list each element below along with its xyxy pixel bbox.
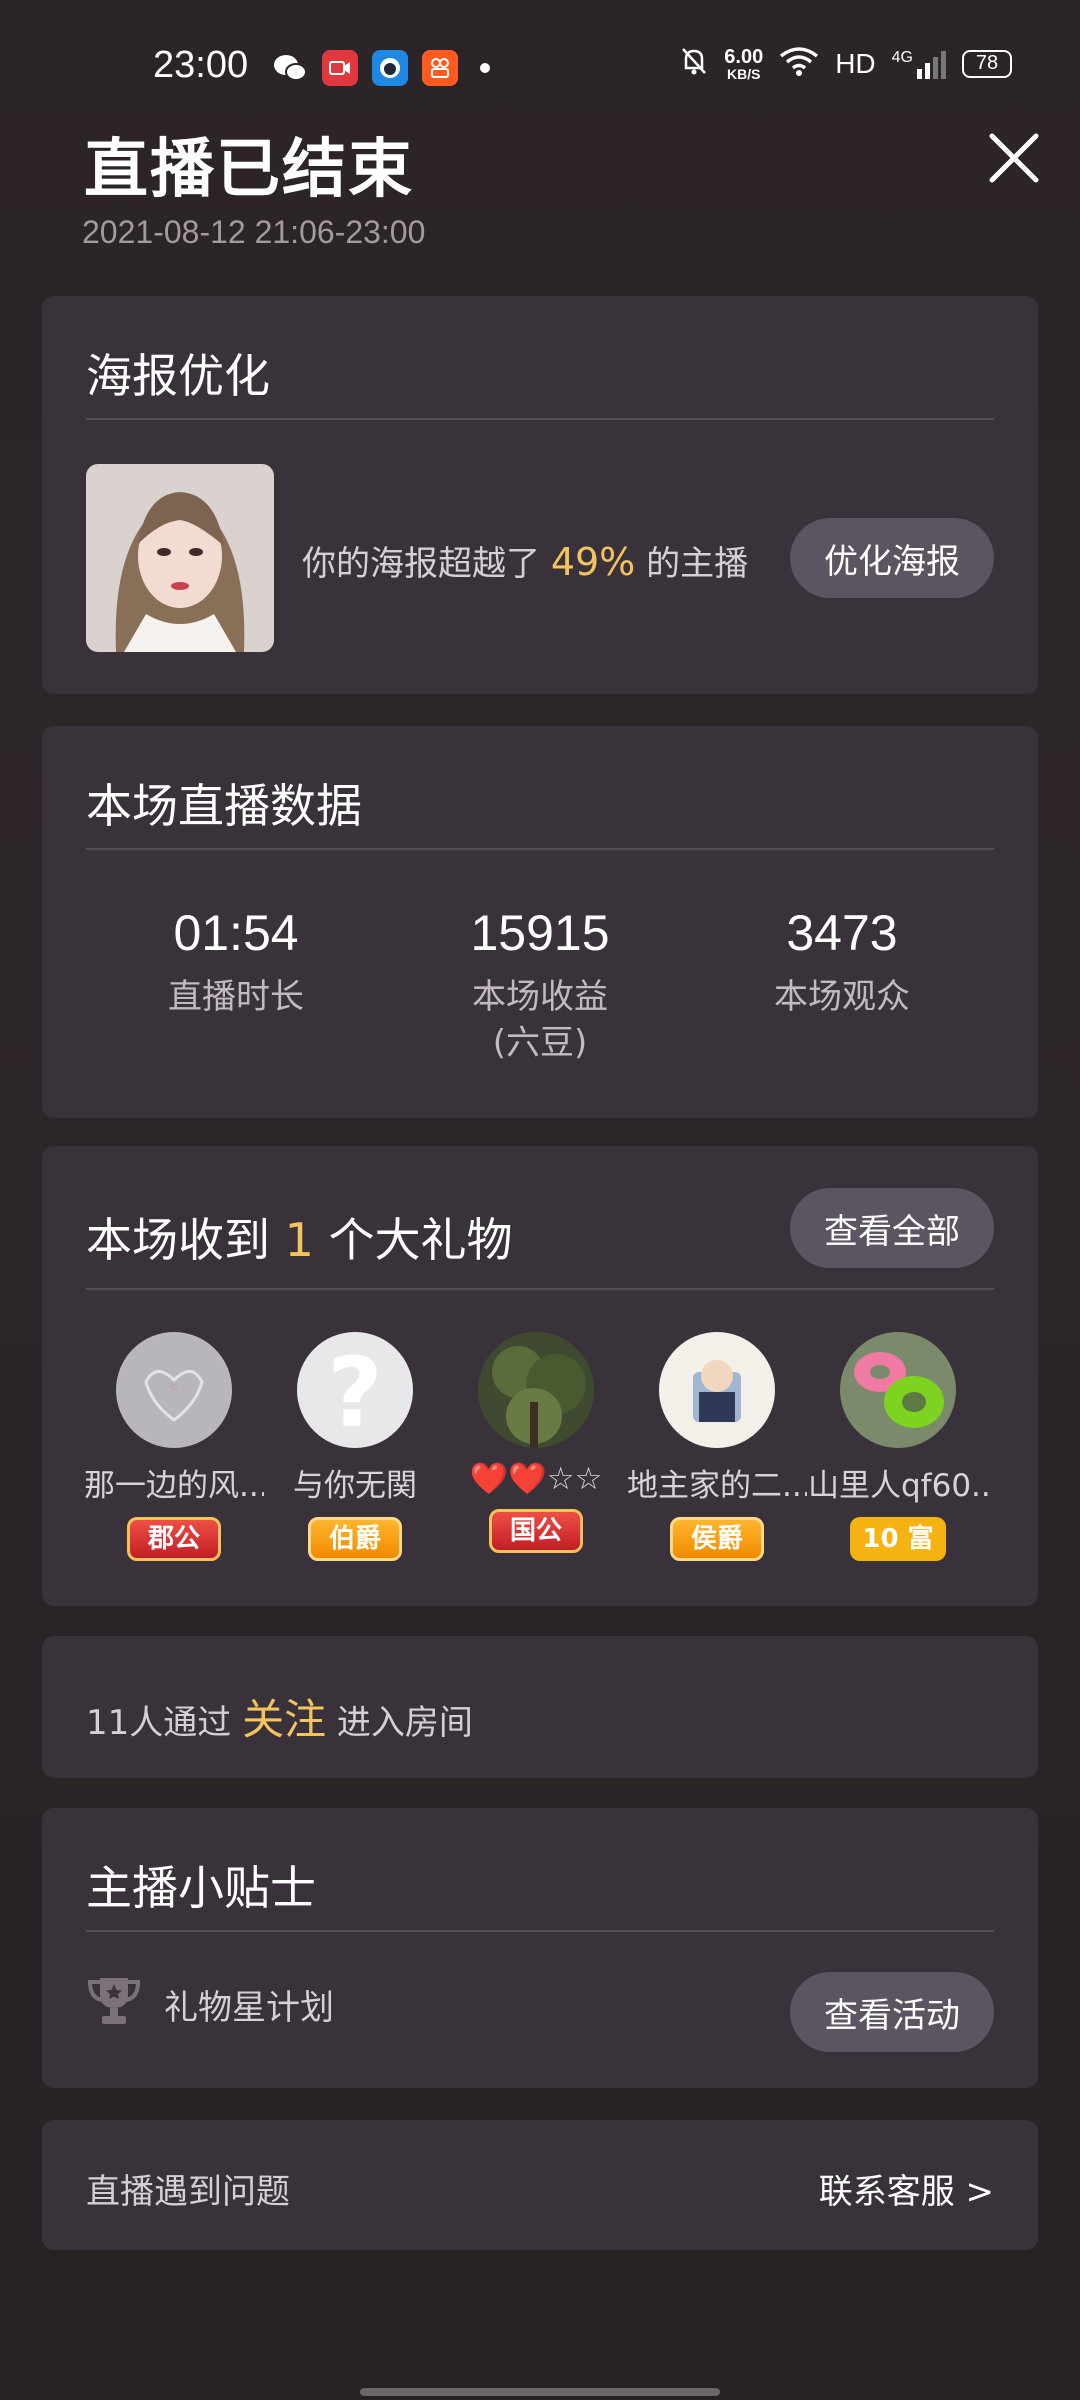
avatar: ♡ — [116, 1332, 232, 1448]
follow-highlight: 关注 — [242, 1695, 327, 1744]
status-app-icons — [272, 50, 490, 86]
optimize-poster-button[interactable]: 优化海报 — [790, 518, 994, 598]
live-stats-card: 本场直播数据 01:54 直播时长 15915 本场收益 (六豆) 3473 本场… — [42, 726, 1038, 1118]
mute-bell-icon — [680, 46, 708, 81]
signal-icon: 4G — [892, 49, 946, 79]
rank-badge: 伯爵 — [308, 1517, 402, 1561]
big-gifts-card: 本场收到 1 个大礼物 查看全部 ♡ 那一边的风... 郡公 ? 与你无関 伯爵… — [42, 1146, 1038, 1606]
tip-item: 礼物星计划 — [86, 1974, 334, 2035]
wifi-icon — [779, 46, 819, 81]
kuaishou-icon — [422, 50, 458, 86]
status-bar: 23:00 6.00 KB/S HD 4G 78 — [0, 0, 1080, 136]
avatar — [840, 1332, 956, 1448]
divider — [86, 1288, 994, 1290]
avatar — [659, 1332, 775, 1448]
home-indicator[interactable] — [360, 2388, 720, 2396]
host-tips-card: 主播小贴士 礼物星计划 查看活动 — [42, 1808, 1038, 2088]
poster-card-title: 海报优化 — [86, 349, 270, 403]
gifter-item[interactable]: ❤️❤️☆☆ 国公 — [446, 1332, 626, 1553]
contact-support-link[interactable]: 联系客服 > — [819, 2164, 994, 2213]
rank-badge: 10 富 — [850, 1517, 946, 1561]
tips-card-title: 主播小贴士 — [86, 1861, 316, 1915]
stat-viewers: 3473 本场观众 — [774, 905, 910, 1017]
rank-badge: 侯爵 — [670, 1517, 764, 1561]
gifter-item[interactable]: ♡ 那一边的风... 郡公 — [84, 1332, 264, 1561]
battery-icon: 78 — [962, 49, 1012, 78]
video-app-icon — [322, 50, 358, 86]
page-title: 直播已结束 — [84, 133, 414, 207]
gifts-card-title: 本场收到 1 个大礼物 — [86, 1213, 513, 1267]
view-activity-button[interactable]: 查看活动 — [790, 1972, 994, 2052]
stat-duration: 01:54 直播时长 — [168, 905, 304, 1017]
poster-percent: 49% — [550, 540, 636, 584]
poster-card: 海报优化 你的海报超越了 49% 的主播 优化海报 — [42, 296, 1038, 694]
status-right-cluster: 6.00 KB/S HD 4G 78 — [680, 46, 1012, 81]
trophy-icon — [86, 1974, 142, 2035]
avatar: ? — [297, 1332, 413, 1448]
status-time: 23:00 — [153, 44, 249, 86]
follow-entry-card: 11人通过 关注 进入房间 — [42, 1636, 1038, 1778]
qq-icon — [372, 50, 408, 86]
view-all-gifts-button[interactable]: 查看全部 — [790, 1188, 994, 1268]
gifter-item[interactable]: 山里人qf60... 10 富 — [808, 1332, 988, 1561]
hd-label: HD — [835, 47, 876, 79]
close-button[interactable] — [984, 128, 1044, 188]
gifter-item[interactable]: ? 与你无関 伯爵 — [265, 1332, 445, 1561]
notification-dot-icon — [480, 63, 490, 73]
gifter-item[interactable]: 地主家的二... 侯爵 — [627, 1332, 807, 1561]
help-label: 直播遇到问题 — [86, 2172, 290, 2212]
wechat-icon — [272, 50, 308, 86]
rank-badge: 郡公 — [127, 1517, 221, 1561]
svg-text:?: ? — [327, 1337, 383, 1448]
divider — [86, 418, 994, 420]
divider — [86, 848, 994, 850]
divider — [86, 1930, 994, 1932]
gift-count: 1 — [284, 1213, 314, 1267]
help-card: 直播遇到问题 联系客服 > — [42, 2120, 1038, 2250]
poster-rank-text: 你的海报超越了 49% 的主播 — [302, 540, 749, 584]
gifter-list: ♡ 那一边的风... 郡公 ? 与你无関 伯爵 ❤️❤️☆☆ 国公 地主家的二.… — [84, 1332, 996, 1572]
follow-entry-text: 11人通过 关注 进入房间 — [86, 1695, 473, 1744]
avatar — [478, 1332, 594, 1448]
svg-text:♡: ♡ — [170, 1383, 177, 1392]
rank-badge: 国公 — [489, 1509, 583, 1553]
close-icon — [989, 133, 1039, 183]
stat-earnings: 15915 本场收益 (六豆) — [470, 905, 610, 1063]
page-subtitle: 2021-08-12 21:06-23:00 — [82, 214, 426, 250]
net-speed: 6.00 KB/S — [724, 45, 764, 82]
stats-card-title: 本场直播数据 — [86, 779, 362, 833]
poster-thumbnail[interactable] — [86, 464, 274, 652]
